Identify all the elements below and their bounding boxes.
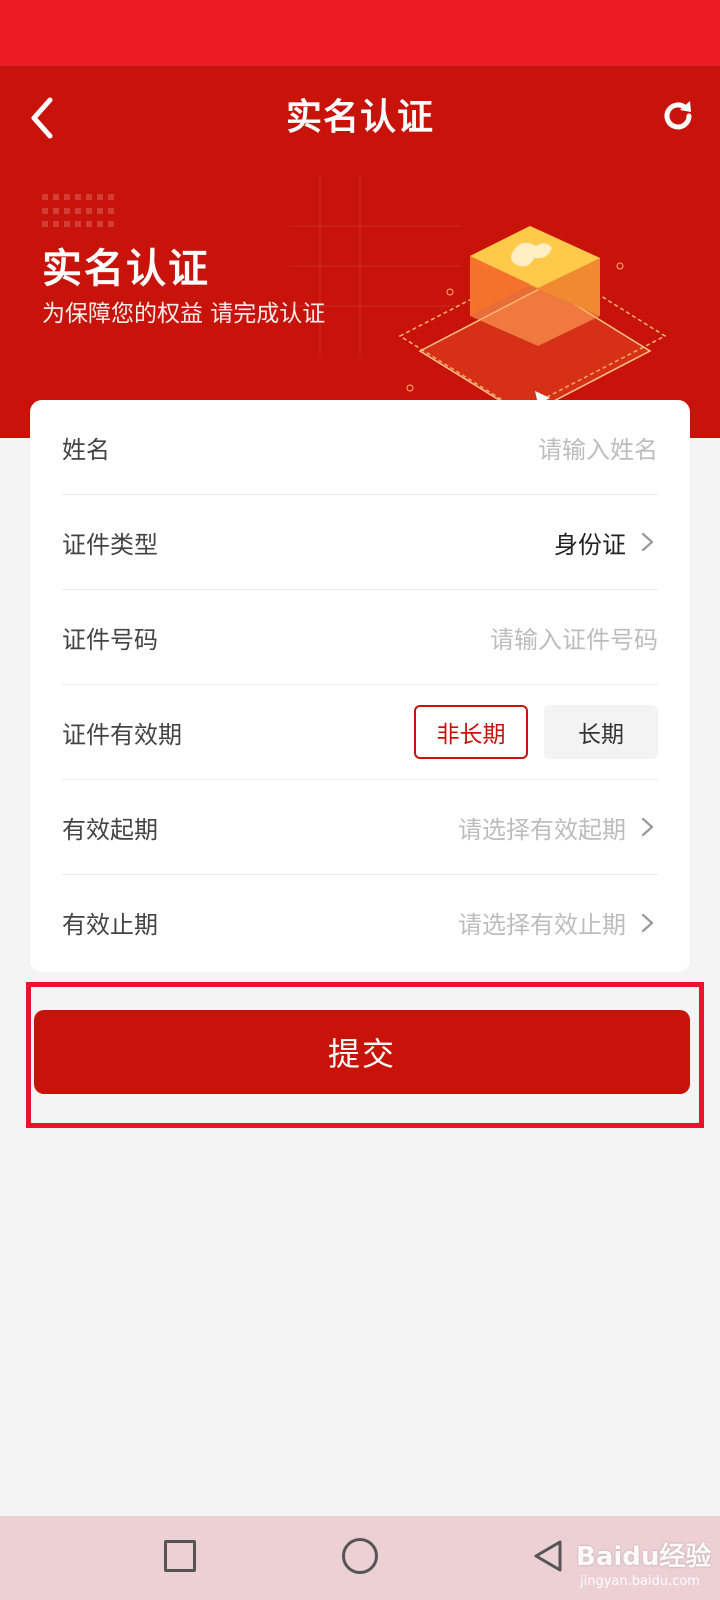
end-date-label: 有效止期 xyxy=(62,911,158,939)
refresh-icon xyxy=(664,101,692,130)
status-bar xyxy=(0,0,720,66)
verification-form: 姓名 请输入姓名 证件类型 身份证 证件号码 请输入证件号码 证件有效期 非长期… xyxy=(30,400,690,972)
id-type-row[interactable]: 证件类型 身份证 xyxy=(62,495,658,590)
decorative-dots xyxy=(42,194,118,230)
watermark-url: jingyan.baidu.com xyxy=(580,1574,700,1589)
start-date-row[interactable]: 有效起期 请选择有效起期 xyxy=(62,780,658,875)
chevron-right-icon xyxy=(641,913,654,932)
start-date-picker[interactable]: 请选择有效起期 xyxy=(458,810,626,845)
back-icon[interactable] xyxy=(530,1538,566,1574)
end-date-row[interactable]: 有效止期 请选择有效止期 xyxy=(62,875,658,970)
start-date-label: 有效起期 xyxy=(62,815,158,844)
name-label: 姓名 xyxy=(62,435,110,464)
validity-row: 证件有效期 非长期 长期 xyxy=(62,685,658,780)
watermark-logo: Baidu经验 xyxy=(576,1542,712,1572)
permanent-option[interactable]: 长期 xyxy=(544,705,658,759)
recent-apps-icon[interactable] xyxy=(164,1540,196,1572)
id-number-input[interactable]: 请输入证件号码 xyxy=(490,620,658,655)
id-type-value: 身份证 xyxy=(554,530,626,559)
id-type-label: 证件类型 xyxy=(62,530,158,559)
non-permanent-option[interactable]: 非长期 xyxy=(414,705,528,759)
refresh-button[interactable] xyxy=(654,92,702,140)
end-date-picker[interactable]: 请选择有效止期 xyxy=(458,905,626,940)
home-icon[interactable] xyxy=(342,1538,378,1574)
page-title: 实名认证 xyxy=(285,97,434,138)
chevron-right-icon xyxy=(641,817,654,837)
system-nav-bar: Baidu经验 jingyan.baidu.com xyxy=(0,1516,720,1600)
id-number-label: 证件号码 xyxy=(62,625,158,654)
validity-label: 证件有效期 xyxy=(62,720,182,749)
verification-illustration xyxy=(290,176,667,417)
name-input[interactable]: 请输入姓名 xyxy=(538,430,658,465)
chevron-right-icon xyxy=(641,532,654,552)
name-row[interactable]: 姓名 请输入姓名 xyxy=(62,400,658,495)
submit-button[interactable]: 提交 xyxy=(34,1010,690,1094)
id-number-row[interactable]: 证件号码 请输入证件号码 xyxy=(62,590,658,685)
hero-title: 实名认证 xyxy=(42,246,210,292)
hero-banner: 实名认证 实名认证 为保障您的权益 请完成认证 xyxy=(0,66,720,438)
